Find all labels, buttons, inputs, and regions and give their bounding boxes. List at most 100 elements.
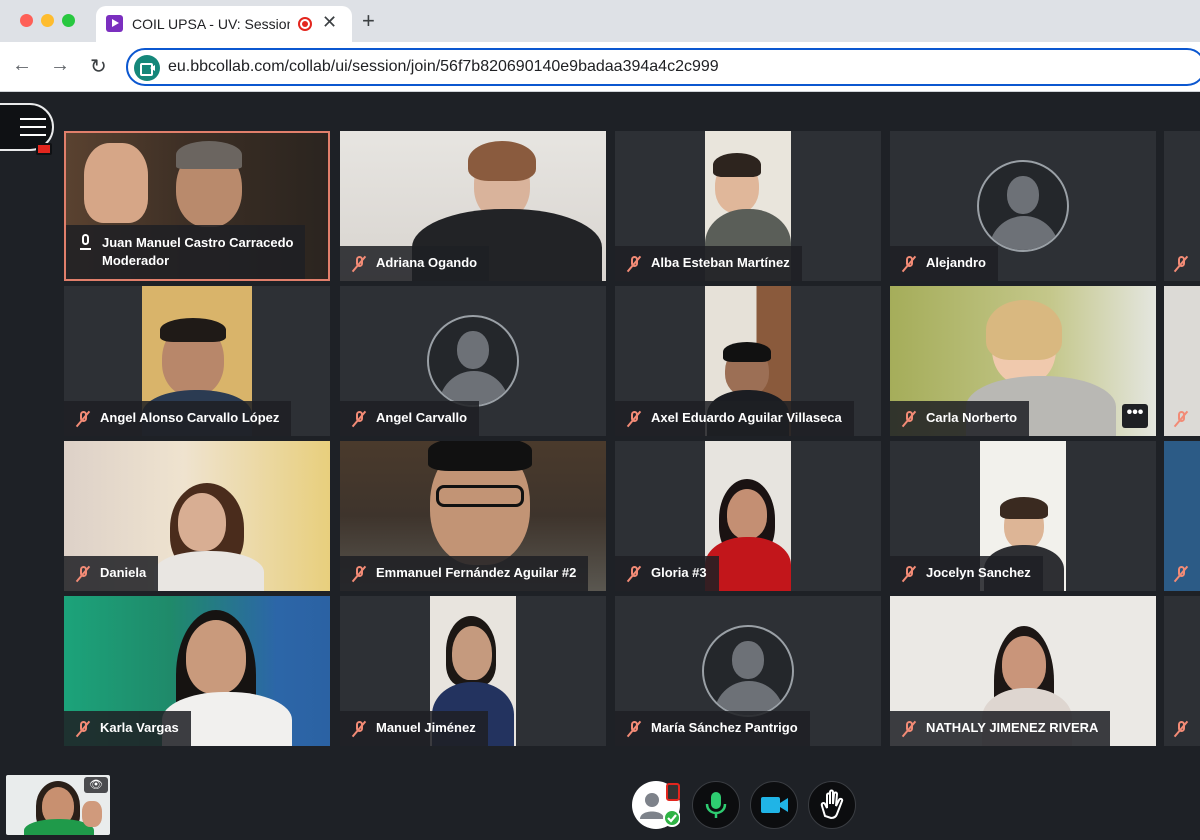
participant-tile[interactable]: Angel Carvallo xyxy=(340,286,606,436)
close-window-button[interactable] xyxy=(20,14,33,27)
microphone-muted-icon xyxy=(901,720,917,738)
participant-name-plate: María Sánchez Pantrigo xyxy=(615,711,810,746)
microphone-muted-icon xyxy=(1173,565,1189,583)
participant-tile[interactable]: Karla Vargas xyxy=(64,596,330,746)
microphone-muted-icon xyxy=(901,410,917,428)
participant-tile[interactable]: Angel Alonso Carvallo López xyxy=(64,286,330,436)
participant-tile[interactable]: NATHALY JIMENEZ RIVERA xyxy=(890,596,1156,746)
microphone-muted-icon xyxy=(901,565,917,583)
participant-name-plate: Gloria #3 xyxy=(615,556,719,591)
participant-name: Angel Alonso Carvallo López xyxy=(100,410,280,425)
tab-title: COIL UPSA - UV: Session xyxy=(132,16,290,32)
microphone-muted-icon xyxy=(626,565,642,583)
microphone-muted-icon xyxy=(626,410,642,428)
microphone-on-icon xyxy=(78,234,92,252)
participant-name-plate: Manuel Jiménez xyxy=(340,711,488,746)
participant-name-plate: Alba Esteban Martínez xyxy=(615,246,802,281)
url-input[interactable]: eu.bbcollab.com/collab/ui/session/join/5… xyxy=(126,48,1200,86)
back-arrow-icon[interactable]: ← xyxy=(12,54,32,77)
camera-icon xyxy=(761,797,788,813)
participant-tile[interactable]: Carla Norberto ••• xyxy=(890,286,1156,436)
minimize-window-button[interactable] xyxy=(41,14,54,27)
participant-tile[interactable]: Daniela xyxy=(64,441,330,591)
participant-name: Alba Esteban Martínez xyxy=(651,255,790,270)
participant-name-plate: Emmanuel Fernández Aguilar #2 xyxy=(340,556,589,591)
waving-hand xyxy=(84,143,148,223)
close-tab-icon[interactable]: ✕ xyxy=(322,12,337,33)
microphone-icon xyxy=(705,792,727,818)
participant-name: Jocelyn Sanchez xyxy=(926,565,1031,580)
microphone-muted-icon xyxy=(626,720,642,738)
participant-name-plate: Axel Eduardo Aguilar Villaseca xyxy=(615,401,854,436)
participant-tile-partial[interactable] xyxy=(1164,131,1200,281)
session-controls xyxy=(632,781,862,831)
microphone-muted-icon xyxy=(1173,410,1189,428)
participant-name: Karla Vargas xyxy=(100,720,179,735)
participant-name: Emmanuel Fernández Aguilar #2 xyxy=(376,565,577,580)
more-options-button[interactable]: ••• xyxy=(1122,404,1148,428)
camera-toggle-button[interactable] xyxy=(750,781,798,829)
participant-name: Daniela xyxy=(100,565,147,580)
browser-tab[interactable]: COIL UPSA - UV: Session ✕ xyxy=(96,6,352,42)
microphone-muted-icon xyxy=(351,410,367,428)
forward-arrow-icon[interactable]: → xyxy=(50,54,70,77)
participant-tile[interactable]: Juan Manuel Castro Carracedo Moderador xyxy=(64,131,330,281)
participant-tile-partial[interactable] xyxy=(1164,441,1200,591)
microphone-muted-icon xyxy=(351,255,367,273)
microphone-muted-icon xyxy=(75,565,91,583)
microphone-muted-icon xyxy=(626,255,642,273)
participant-tile[interactable]: Manuel Jiménez xyxy=(340,596,606,746)
hamburger-icon xyxy=(20,118,46,120)
participant-tile[interactable]: Axel Eduardo Aguilar Villaseca xyxy=(615,286,881,436)
recording-badge-icon xyxy=(36,143,52,155)
microphone-toggle-button[interactable] xyxy=(692,781,740,829)
participant-name: Adriana Ogando xyxy=(376,255,478,270)
participant-tile[interactable]: Emmanuel Fernández Aguilar #2 xyxy=(340,441,606,591)
participant-name-plate: Juan Manuel Castro Carracedo Moderador xyxy=(66,225,306,279)
participant-name: María Sánchez Pantrigo xyxy=(651,720,798,735)
url-text: eu.bbcollab.com/collab/ui/session/join/5… xyxy=(168,58,719,75)
maximize-window-button[interactable] xyxy=(62,14,75,27)
participant-name-plate: Daniela xyxy=(64,556,159,591)
default-avatar-icon xyxy=(702,625,794,717)
participant-tile[interactable]: Alba Esteban Martínez xyxy=(615,131,881,281)
session-area: Juan Manuel Castro Carracedo Moderador A… xyxy=(0,93,1200,840)
participant-name-plate: Angel Alonso Carvallo López xyxy=(64,401,292,436)
participant-tile-partial[interactable] xyxy=(1164,286,1200,436)
participant-name: Alejandro xyxy=(926,255,986,270)
participant-tile[interactable]: Alejandro xyxy=(890,131,1156,281)
eye-icon[interactable]: 👁 xyxy=(84,777,108,793)
participant-tile[interactable]: María Sánchez Pantrigo xyxy=(615,596,881,746)
self-view-video[interactable]: 👁 xyxy=(6,775,110,835)
microphone-muted-icon xyxy=(1173,720,1189,738)
new-tab-icon[interactable]: + xyxy=(362,8,375,34)
participant-name-plate: Adriana Ogando xyxy=(340,246,490,281)
reload-icon[interactable]: ↻ xyxy=(90,54,107,79)
participant-name: Axel Eduardo Aguilar Villaseca xyxy=(651,410,842,425)
participant-name: Carla Norberto xyxy=(926,410,1018,425)
participant-name: Angel Carvallo xyxy=(376,410,468,425)
participant-name-plate: Jocelyn Sanchez xyxy=(890,556,1043,591)
participant-name-plate: Carla Norberto xyxy=(890,401,1030,436)
participant-tile[interactable]: Gloria #3 xyxy=(615,441,881,591)
user-status-button[interactable] xyxy=(632,781,681,829)
participant-role: Moderador xyxy=(102,253,170,268)
microphone-muted-icon xyxy=(351,565,367,583)
address-bar: ← → ↻ eu.bbcollab.com/collab/ui/session/… xyxy=(0,42,1200,92)
user-status-icon xyxy=(640,783,681,827)
participant-name-plate: Karla Vargas xyxy=(64,711,191,746)
participant-name: Manuel Jiménez xyxy=(376,720,476,735)
participant-tile-partial[interactable] xyxy=(1164,596,1200,746)
browser-tab-bar: COIL UPSA - UV: Session ✕ + xyxy=(0,0,1200,42)
microphone-muted-icon xyxy=(1173,255,1189,273)
microphone-muted-icon xyxy=(75,720,91,738)
participant-tile[interactable]: Jocelyn Sanchez xyxy=(890,441,1156,591)
participant-name: Juan Manuel Castro Carracedo xyxy=(102,235,294,250)
participant-name-plate: Alejandro xyxy=(890,246,998,281)
participant-tile[interactable]: Adriana Ogando xyxy=(340,131,606,281)
raise-hand-button[interactable] xyxy=(808,781,856,829)
default-avatar-icon xyxy=(427,315,519,407)
site-info-icon[interactable] xyxy=(134,55,160,81)
session-menu-button[interactable] xyxy=(0,103,54,155)
collaborate-favicon-icon xyxy=(106,15,123,32)
